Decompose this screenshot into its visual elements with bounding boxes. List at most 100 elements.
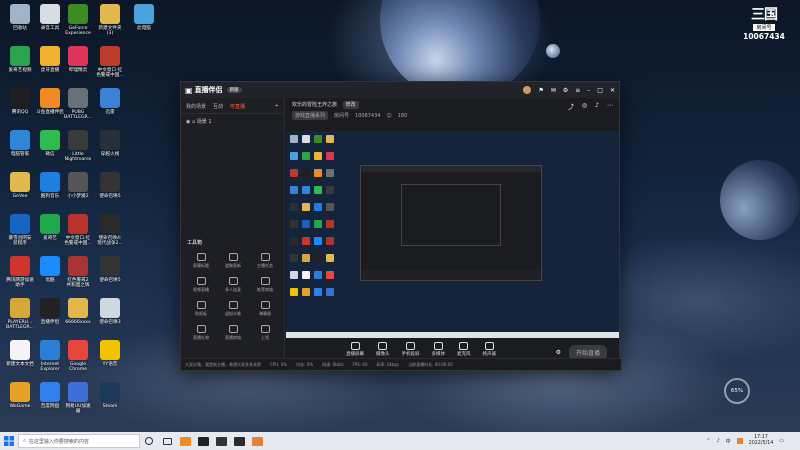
desktop-icon[interactable]: 小小梦魇2 [62, 172, 94, 199]
status-item[interactable]: 大家好哦，我是新主播，希望大家多多关照 [185, 362, 261, 368]
tool-icon [260, 253, 270, 261]
menu-icon[interactable]: ≡ [575, 87, 580, 94]
lock-icon[interactable]: ⌂ [192, 119, 195, 125]
preview-icon [326, 237, 334, 245]
preview-icon [326, 220, 334, 228]
windows-start-icon[interactable] [0, 432, 18, 450]
taskbar-app-window[interactable] [230, 432, 248, 450]
desktop-icon[interactable]: 网易UU加速器 [62, 382, 94, 415]
desktop-icon[interactable]: YY语音 [94, 340, 126, 367]
toolbox-item[interactable]: 主播任务 [249, 253, 281, 269]
tool-label: 弹幕图 [259, 311, 271, 316]
chevron-up-icon[interactable]: ⌃ [706, 438, 710, 444]
source-control[interactable]: 麦克风 [457, 341, 471, 357]
edit-title-button[interactable]: 修改 [342, 101, 359, 109]
desktop-icon[interactable]: 暴雪战网安 装程序 [4, 214, 36, 247]
source-control[interactable]: 多媒体 [432, 341, 445, 357]
search-input[interactable]: ⌕ 在这里输入你要搜索的内容 [18, 434, 140, 448]
desktop-icon[interactable]: PUBG BATTLEGR... [62, 88, 94, 121]
steam-icon [100, 382, 120, 402]
desktop-icon[interactable]: WeGame [4, 382, 36, 409]
desktop-icon[interactable]: 腾讯QQ [4, 88, 36, 115]
toolbox-item[interactable]: 虚拟头像 [217, 301, 249, 317]
ime-indicator[interactable]: 中 [726, 438, 731, 445]
share-icon[interactable]: ⤴ [568, 102, 574, 111]
task-view-icon[interactable] [158, 432, 176, 450]
toolbox-item[interactable]: 直播商城 [217, 325, 249, 341]
preview-icon [302, 220, 310, 228]
gear-icon[interactable]: ⚙ [556, 349, 561, 356]
notification-icon[interactable]: ▭ [779, 438, 784, 444]
desktop-icon[interactable]: Little Nightmares [62, 130, 94, 163]
source-control[interactable]: 直播屏幕 [346, 341, 364, 357]
message-icon[interactable]: ✉ [551, 87, 556, 94]
desktop-icon[interactable]: 红色警戒2 共和国之辉 [62, 256, 94, 289]
desktop-icon[interactable]: 新建文本文档 [4, 340, 36, 367]
notify-icon[interactable]: ♪ [595, 102, 599, 111]
desktop-icon[interactable]: 腾讯网游加速 助手 [4, 256, 36, 289]
desktop-icon[interactable]: 中文窗口-红 色警戒中国... [94, 46, 126, 79]
desktop-icon[interactable]: PLAYERU... BATTLEGR... [4, 298, 36, 331]
eye-icon[interactable]: ◉ [186, 119, 190, 125]
desktop-icon[interactable]: 使命召唤4: 现代战争2... [94, 214, 126, 247]
youku-icon [40, 256, 60, 276]
desktop-icon[interactable]: 哔哩精灵 [62, 46, 94, 73]
tab-interaction[interactable]: 互动 [213, 103, 223, 110]
taskbar-app-obs[interactable] [212, 432, 230, 450]
speed-widget[interactable]: 65% [724, 378, 750, 404]
desktop-icon[interactable]: 电脑管家 [4, 130, 36, 157]
cortana-icon[interactable] [140, 432, 158, 450]
desktop-icon[interactable]: GeVee [4, 172, 36, 199]
record-icon[interactable]: ◎ [582, 102, 587, 111]
desktop-icon[interactable]: GeForce Experience [62, 4, 94, 37]
desktop-icon[interactable]: 迅雷 [94, 88, 126, 115]
source-control[interactable]: 摄像头 [376, 341, 390, 357]
desktop-icon[interactable]: 中文窗口-红 色警戒中国... [62, 214, 94, 247]
more-icon[interactable]: ⋯ [607, 102, 613, 111]
toolbox-item[interactable]: 贴纸板 [185, 301, 217, 317]
taskbar-app-douyu[interactable] [176, 432, 194, 450]
status-item: 网速: 0kb/s [322, 361, 344, 367]
add-icon[interactable]: + [275, 103, 279, 110]
clock[interactable]: 17:17 2022/5/14 [749, 435, 774, 447]
stream-preview[interactable] [286, 131, 619, 338]
tab-scenes[interactable]: 我的场景 [186, 103, 206, 110]
desktop-icon[interactable]: 使命召唤5 [94, 256, 126, 283]
toolbox-item[interactable]: 视频直播 [185, 277, 217, 293]
tab-live[interactable]: 可直播 [230, 103, 245, 110]
settings-icon[interactable]: ⚙ [563, 87, 568, 94]
toolbox-item[interactable]: 屏幕标题 [185, 253, 217, 269]
scene-item[interactable]: ◉ ⌂ 场景 1 [181, 114, 284, 129]
toolbox-item[interactable]: 推荐商城 [249, 277, 281, 293]
desktop-icon[interactable]: 爱奇艺视频 [4, 46, 36, 73]
toolbox-item[interactable]: 道聚直新 [217, 253, 249, 269]
volume-icon[interactable]: ♪ [716, 438, 719, 444]
toolbox-item[interactable]: 弹幕图 [249, 301, 281, 317]
category-chip[interactable]: 游戏直播系列 [292, 111, 329, 120]
taskbar-app-live-companion[interactable] [194, 432, 212, 450]
desktop-icon[interactable]: 新建文件夹 (3) [94, 4, 126, 37]
desktop-icon[interactable]: 66666xxxx [62, 298, 94, 325]
stream-title[interactable]: 欢乐的冒险王炸之旅 [292, 102, 337, 108]
desktop-icon[interactable]: Google Chrome [62, 340, 94, 373]
avatar[interactable] [523, 86, 532, 94]
desktop-icon[interactable]: 使命召唤3 [94, 298, 126, 325]
gift-icon[interactable]: ⚑ [538, 87, 543, 94]
app-tray-icon[interactable] [736, 438, 743, 444]
source-control[interactable]: 手机投屏 [402, 341, 420, 357]
desktop-icon[interactable]: Steam [94, 382, 126, 409]
toolbox-item[interactable]: 直播礼物 [185, 325, 217, 341]
preview-icon [290, 186, 298, 194]
source-control[interactable]: 扬声器 [483, 341, 496, 357]
taskbar-app-game[interactable] [248, 432, 266, 450]
desktop-icon[interactable]: 使命召唤5 [94, 172, 126, 199]
desktop-icon[interactable]: 此电脑 [128, 4, 160, 31]
close-icon[interactable]: ✕ [610, 87, 615, 94]
desktop-icon[interactable]: 穿越火线 [94, 130, 126, 157]
toolbox-item[interactable]: 多人连麦 [217, 277, 249, 293]
preview-icon [326, 169, 334, 177]
toolbox-item[interactable]: 上墙 [249, 325, 281, 341]
maximize-icon[interactable]: □ [597, 87, 603, 94]
desktop-icon[interactable]: 回收站 [4, 4, 36, 31]
minimize-icon[interactable]: – [587, 87, 590, 94]
